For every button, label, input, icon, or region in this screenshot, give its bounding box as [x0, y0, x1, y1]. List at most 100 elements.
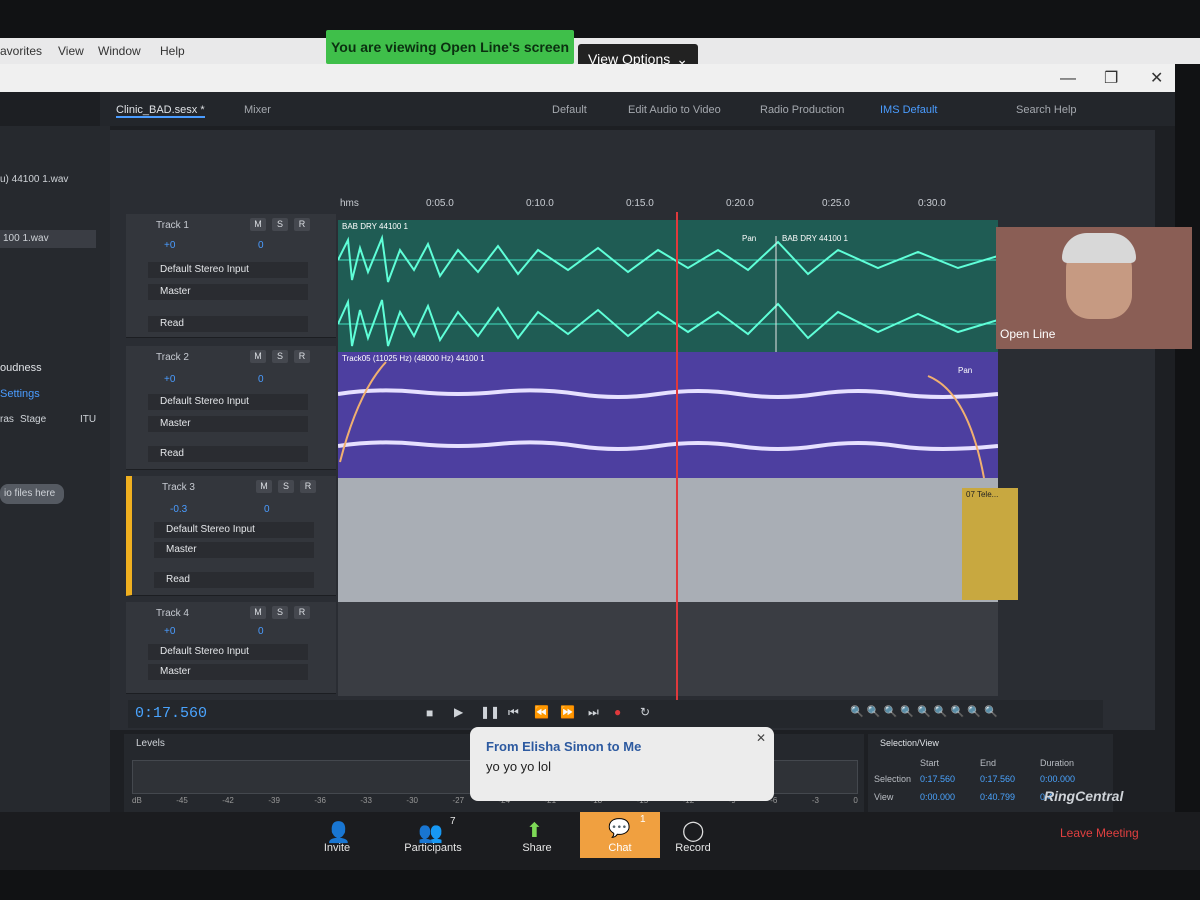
- menu-view[interactable]: View: [58, 44, 84, 58]
- input-select[interactable]: Default Stereo Input: [148, 644, 308, 660]
- loop-icon[interactable]: ↻: [640, 705, 650, 719]
- playhead[interactable]: [676, 212, 678, 702]
- solo-button[interactable]: S: [278, 480, 294, 493]
- view-end[interactable]: 0:40.799: [980, 792, 1015, 802]
- pan-value[interactable]: 0: [258, 626, 264, 637]
- track-header-1[interactable]: Track 1 M S R +0 0 Default Stereo Input …: [126, 214, 336, 338]
- solo-button[interactable]: S: [272, 606, 288, 619]
- play-icon[interactable]: ▶: [454, 705, 463, 719]
- track-header-2[interactable]: Track 2 M S R +0 0 Default Stereo Input …: [126, 346, 336, 470]
- selection-end[interactable]: 0:17.560: [980, 774, 1015, 784]
- selection-duration[interactable]: 0:00.000: [1040, 774, 1075, 784]
- chat-notification[interactable]: From Elisha Simon to Me yo yo yo lol ✕: [470, 727, 774, 801]
- selection-start[interactable]: 0:17.560: [920, 774, 955, 784]
- chat-button[interactable]: 💬 1 Chat: [580, 812, 660, 858]
- menu-help[interactable]: Help: [160, 44, 185, 58]
- volume-value[interactable]: +0: [164, 374, 175, 385]
- mute-button[interactable]: M: [250, 606, 266, 619]
- volume-value[interactable]: -0.3: [170, 504, 187, 515]
- ruler-tick: 0:15.0: [626, 198, 654, 209]
- menu-window[interactable]: Window: [98, 44, 141, 58]
- mute-button[interactable]: M: [250, 218, 266, 231]
- stage-label: Stage: [20, 414, 47, 425]
- track-name[interactable]: Track 2: [156, 352, 189, 363]
- solo-button[interactable]: S: [272, 218, 288, 231]
- workspace-edit-audio[interactable]: Edit Audio to Video: [628, 104, 721, 116]
- current-time[interactable]: 0:17.560: [135, 705, 207, 722]
- audio-clip-track3[interactable]: 07 Tele...: [962, 488, 1018, 600]
- scale-label: -33: [360, 796, 372, 805]
- close-icon[interactable]: ✕: [1150, 68, 1163, 88]
- input-select[interactable]: Default Stereo Input: [154, 522, 314, 538]
- input-select[interactable]: Default Stereo Input: [148, 394, 308, 410]
- volume-value[interactable]: +0: [164, 626, 175, 637]
- invite-button[interactable]: 👤 Invite: [302, 812, 372, 854]
- file-item[interactable]: 100 1.wav: [0, 230, 96, 248]
- close-icon[interactable]: ✕: [756, 731, 766, 745]
- record-label: Record: [675, 842, 711, 854]
- audio-clip-track2[interactable]: Track05 (11025 Hz) (48000 Hz) 44100 1 Pa…: [338, 352, 998, 478]
- workspace-default[interactable]: Default: [552, 104, 587, 116]
- record-button[interactable]: ◯ Record: [658, 812, 728, 854]
- minimize-icon[interactable]: —: [1060, 70, 1076, 88]
- rewind-icon[interactable]: ⏪: [534, 705, 549, 719]
- col-end: End: [980, 758, 997, 768]
- title-bar: — ❐ ✕: [0, 64, 1175, 92]
- track4-lane[interactable]: [338, 602, 998, 696]
- output-select[interactable]: Master: [148, 284, 308, 300]
- levels-title: Levels: [136, 738, 165, 749]
- participants-button[interactable]: 👥 7 Participants: [398, 812, 468, 854]
- search-help[interactable]: Search Help: [1016, 104, 1077, 116]
- track3-lane[interactable]: 07 Tele...: [338, 478, 1018, 602]
- solo-button[interactable]: S: [272, 350, 288, 363]
- output-select[interactable]: Master: [154, 542, 314, 558]
- pan-value[interactable]: 0: [258, 240, 264, 251]
- record-arm-button[interactable]: R: [294, 350, 310, 363]
- track-name[interactable]: Track 1: [156, 220, 189, 231]
- pan-value[interactable]: 0: [258, 374, 264, 385]
- track-name[interactable]: Track 3: [162, 482, 195, 493]
- share-button[interactable]: ⬆ Share: [502, 812, 572, 854]
- automation-mode[interactable]: Read: [148, 316, 308, 332]
- automation-mode[interactable]: Read: [148, 446, 308, 462]
- audio-clip-track1[interactable]: BAB DRY 44100 1 BAB DRY 44100 1 Pan: [338, 220, 998, 356]
- zoom-icons[interactable]: 🔍 🔍 🔍 🔍 🔍 🔍 🔍 🔍 🔍: [850, 705, 998, 718]
- record-icon[interactable]: ●: [614, 705, 621, 719]
- tab-mixer[interactable]: Mixer: [244, 104, 271, 116]
- track-header-3[interactable]: Track 3 M S R -0.3 0 Default Stereo Inpu…: [126, 476, 336, 596]
- mute-button[interactable]: M: [256, 480, 272, 493]
- pan-value[interactable]: 0: [264, 504, 270, 515]
- scale-label: dB: [132, 796, 142, 805]
- pause-icon[interactable]: ❚❚: [480, 705, 500, 719]
- mute-button[interactable]: M: [250, 350, 266, 363]
- output-select[interactable]: Master: [148, 664, 308, 680]
- record-arm-button[interactable]: R: [294, 606, 310, 619]
- workspace-ims[interactable]: IMS Default: [880, 104, 937, 116]
- track-name[interactable]: Track 4: [156, 608, 189, 619]
- stop-icon[interactable]: ■: [426, 706, 433, 720]
- participant-video[interactable]: Open Line: [996, 227, 1192, 349]
- record-arm-button[interactable]: R: [300, 480, 316, 493]
- ruler-tick: 0:30.0: [918, 198, 946, 209]
- automation-mode[interactable]: Read: [154, 572, 314, 588]
- workspace-radio[interactable]: Radio Production: [760, 104, 844, 116]
- settings-link[interactable]: Settings: [0, 388, 40, 400]
- volume-value[interactable]: +0: [164, 240, 175, 251]
- view-start[interactable]: 0:00.000: [920, 792, 955, 802]
- fast-forward-icon[interactable]: ⏩: [560, 705, 575, 719]
- output-select[interactable]: Master: [148, 416, 308, 432]
- tab-session[interactable]: Clinic_BAD.sesx *: [116, 104, 205, 118]
- drop-files-button[interactable]: io files here: [0, 484, 64, 504]
- participants-count: 7: [450, 816, 456, 827]
- file-item[interactable]: u) 44100 1.wav: [0, 174, 68, 185]
- record-arm-button[interactable]: R: [294, 218, 310, 231]
- leave-meeting-button[interactable]: Leave Meeting: [1060, 826, 1139, 840]
- restore-icon[interactable]: ❐: [1104, 68, 1118, 88]
- skip-forward-icon[interactable]: ⏭: [588, 705, 599, 720]
- menu-favorites[interactable]: avorites: [0, 44, 42, 58]
- skip-back-icon[interactable]: ⏮: [508, 705, 519, 720]
- track-header-4[interactable]: Track 4 M S R +0 0 Default Stereo Input …: [126, 602, 336, 694]
- time-ruler[interactable]: hms 0:05.0 0:10.0 0:15.0 0:20.0 0:25.0 0…: [336, 190, 1116, 224]
- waveform: [338, 361, 998, 478]
- input-select[interactable]: Default Stereo Input: [148, 262, 308, 278]
